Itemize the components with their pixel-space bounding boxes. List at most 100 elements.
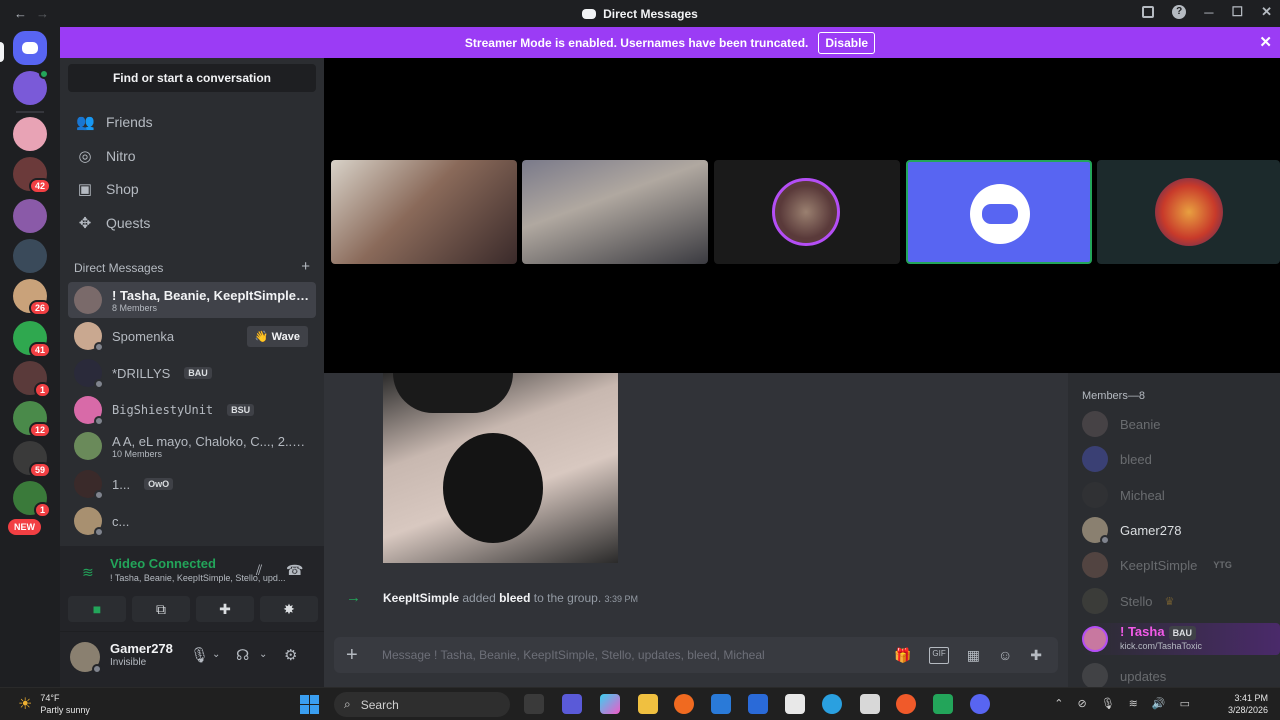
- image-attachment[interactable]: [383, 373, 618, 563]
- chevron-down-icon[interactable]: ⌄: [259, 649, 267, 660]
- nav-friends[interactable]: 👥 Friends: [68, 106, 316, 138]
- add-dm-icon[interactable]: +: [301, 259, 310, 275]
- chevron-down-icon[interactable]: ⌄: [212, 649, 220, 660]
- app-icon[interactable]: [933, 694, 953, 714]
- dm-item[interactable]: c...: [68, 503, 316, 539]
- server-icon[interactable]: [13, 69, 49, 105]
- weather-desc: Partly sunny: [40, 705, 90, 715]
- minimize-icon[interactable]: ─: [1204, 5, 1213, 20]
- nav-quests[interactable]: ✥ Quests: [68, 207, 316, 239]
- disconnect-icon[interactable]: ☎: [286, 562, 303, 579]
- inbox-icon[interactable]: [1142, 6, 1155, 18]
- message-input[interactable]: [382, 648, 882, 662]
- gif-icon[interactable]: GIF: [929, 646, 949, 664]
- dm-item[interactable]: ! Tasha, Beanie, KeepItSimple, St... 8 M…: [68, 282, 316, 318]
- nav-shop[interactable]: ▣ Shop: [68, 173, 316, 205]
- maximize-icon[interactable]: ☐: [1231, 4, 1243, 20]
- member-item[interactable]: KeepItSimple YTG: [1082, 552, 1236, 578]
- camera-button[interactable]: ■: [68, 596, 126, 622]
- dm-item[interactable]: A A, eL mayo, Chaloko, C..., 2..., ... 1…: [68, 428, 316, 464]
- firefox-icon[interactable]: [674, 694, 694, 714]
- nav-nitro[interactable]: ◎ Nitro: [68, 140, 316, 172]
- folder-icon[interactable]: [638, 694, 658, 714]
- volume-icon[interactable]: 🔊: [1152, 697, 1166, 710]
- chevron-up-icon[interactable]: ⌃: [1054, 697, 1063, 710]
- microphone-icon[interactable]: 🎙: [1101, 697, 1115, 710]
- server-icon[interactable]: [13, 239, 47, 273]
- gift-icon[interactable]: 🎁: [894, 647, 911, 664]
- dm-sub: 10 Members: [112, 448, 163, 459]
- battery-icon[interactable]: ▭: [1180, 697, 1190, 710]
- edge-icon[interactable]: [822, 694, 842, 714]
- message-actor[interactable]: KeepItSimple: [383, 591, 459, 605]
- member-item[interactable]: Stello ♛: [1082, 588, 1174, 614]
- app-icon[interactable]: [524, 694, 544, 714]
- server-icon[interactable]: [13, 199, 47, 233]
- dm-item[interactable]: Spomenka 👋 Wave: [68, 318, 316, 354]
- headphones-icon[interactable]: ☊: [236, 646, 249, 664]
- dm-item[interactable]: BigShiestyUnit BSU: [68, 392, 316, 428]
- discord-taskbar-icon[interactable]: [970, 694, 990, 714]
- noise-suppression-icon[interactable]: ⫽: [256, 562, 262, 579]
- video-tile[interactable]: [714, 160, 900, 264]
- find-conversation-button[interactable]: Find or start a conversation: [68, 64, 316, 92]
- home-button[interactable]: [13, 31, 47, 65]
- message-target[interactable]: bleed: [499, 591, 530, 605]
- dropbox-icon[interactable]: [748, 694, 768, 714]
- app-icon[interactable]: [600, 694, 620, 714]
- wifi-icon[interactable]: ≋: [1129, 697, 1138, 710]
- video-tile[interactable]: [331, 160, 517, 264]
- clock[interactable]: 3:41 PM 3/28/2026: [1228, 692, 1268, 716]
- member-item[interactable]: Beanie: [1082, 411, 1160, 437]
- member-item[interactable]: ! Tasha BAU kick.com/TashaToxic: [1082, 623, 1280, 655]
- app-icon[interactable]: [896, 694, 916, 714]
- close-icon[interactable]: ✕: [1259, 33, 1272, 51]
- notion-icon[interactable]: [785, 694, 805, 714]
- server-icon[interactable]: 26: [13, 279, 51, 316]
- dm-item[interactable]: 1... OwO: [68, 466, 316, 502]
- activities-button[interactable]: ✚: [196, 596, 254, 622]
- server-icon[interactable]: 59: [13, 441, 51, 478]
- member-item[interactable]: Micheal: [1082, 482, 1165, 508]
- help-icon[interactable]: ?: [1172, 5, 1187, 19]
- mail-icon[interactable]: [711, 694, 731, 714]
- wave-button[interactable]: 👋 Wave: [246, 325, 308, 347]
- server-icon[interactable]: 41: [13, 321, 51, 358]
- avatar[interactable]: [70, 642, 102, 674]
- server-icon[interactable]: [13, 117, 47, 151]
- sticker-icon[interactable]: ▦: [967, 647, 980, 664]
- video-tile[interactable]: [1097, 160, 1280, 264]
- search-label: Search: [360, 697, 399, 712]
- member-item[interactable]: bleed: [1082, 446, 1152, 472]
- back-icon[interactable]: ←: [14, 6, 27, 21]
- plus-icon[interactable]: +: [346, 644, 382, 667]
- apps-icon[interactable]: ✚: [1030, 647, 1042, 664]
- close-window-icon[interactable]: ✕: [1261, 4, 1272, 20]
- member-item[interactable]: updates: [1082, 663, 1166, 689]
- disable-button[interactable]: Disable: [818, 31, 876, 54]
- network-icon[interactable]: ⊘: [1077, 697, 1086, 710]
- member-item[interactable]: Gamer278: [1082, 517, 1181, 545]
- emoji-icon[interactable]: ☺: [998, 647, 1012, 664]
- dm-item[interactable]: *DRILLYS BAU: [68, 355, 316, 391]
- settings-icon[interactable]: ⚙: [284, 646, 297, 664]
- microphone-icon[interactable]: 🎙: [190, 646, 209, 664]
- taskbar-search[interactable]: ⌕ Search: [334, 692, 510, 717]
- screen-share-button[interactable]: ⧉: [132, 596, 190, 622]
- forward-icon[interactable]: →: [36, 6, 49, 21]
- server-icon[interactable]: 1: [13, 481, 51, 518]
- video-tile[interactable]: [906, 160, 1092, 264]
- server-icon[interactable]: 42: [13, 157, 51, 194]
- file-icon[interactable]: [860, 694, 880, 714]
- user-status: Invisible: [110, 657, 147, 668]
- app-icon[interactable]: [562, 694, 582, 714]
- start-icon[interactable]: [300, 695, 319, 714]
- server-icon[interactable]: 1: [13, 361, 51, 398]
- voice-channel[interactable]: ! Tasha, Beanie, KeepItSimple, Stello, u…: [110, 573, 290, 583]
- server-icon[interactable]: 12: [13, 401, 51, 438]
- member-activity[interactable]: kick.com/TashaToxic: [1120, 640, 1202, 652]
- video-tile[interactable]: [522, 160, 708, 264]
- soundboard-button[interactable]: ✸: [260, 596, 318, 622]
- weather-widget[interactable]: ☀ 74°F Partly sunny: [18, 692, 90, 716]
- friends-icon: 👥: [76, 114, 95, 131]
